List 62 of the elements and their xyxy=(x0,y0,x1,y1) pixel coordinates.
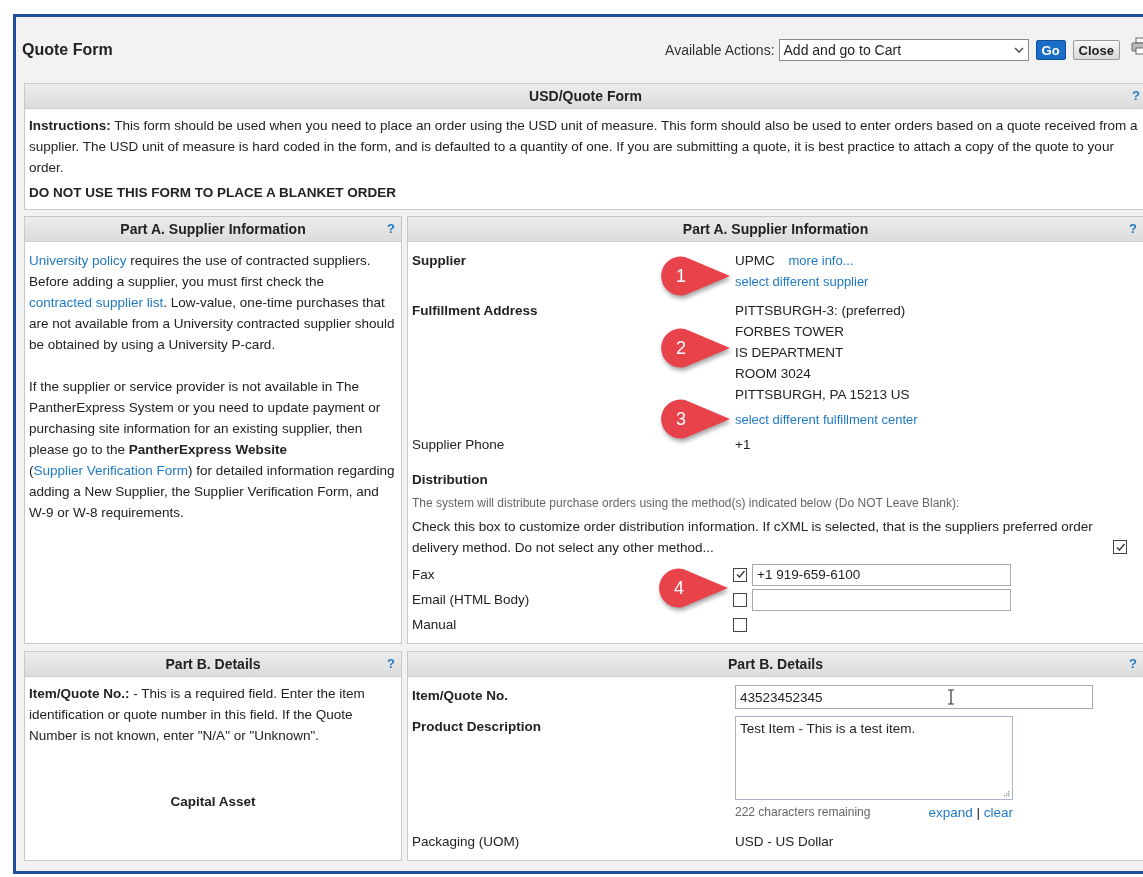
address-line: ROOM 3024 xyxy=(735,365,812,383)
help-link[interactable]: ? xyxy=(387,656,395,671)
phone-value: +1 xyxy=(735,436,752,454)
item-number-field[interactable]: 43523452345 xyxy=(735,685,1093,709)
checkbox[interactable] xyxy=(733,592,747,607)
link[interactable]: University policy xyxy=(29,253,127,268)
resize-grip-icon[interactable] xyxy=(1003,790,1010,797)
section-heading: Distribution xyxy=(412,471,489,489)
field-label: Supplier xyxy=(412,252,466,270)
packaging-value: USD - US Dollar xyxy=(735,833,835,851)
go-button[interactable]: Go xyxy=(1035,40,1066,60)
select-supplier-link[interactable]: select different supplier xyxy=(735,274,869,289)
text-cursor-icon xyxy=(947,689,955,705)
field-label: Supplier Phone xyxy=(412,436,505,454)
separator-text: | xyxy=(976,805,980,820)
field-label: Fulfillment Address xyxy=(412,302,538,320)
close-button[interactable]: Close xyxy=(1072,40,1120,60)
characters-remaining-text: 222 characters remaining xyxy=(735,804,871,821)
checkbox[interactable] xyxy=(733,617,747,632)
note-text: The system will distribute purchase orders using the method(s) indicated below (Do NOT Leave Blank): xyxy=(412,495,961,512)
more-info-link[interactable]: more info... xyxy=(788,253,854,268)
address-line: FORBES TOWER xyxy=(735,323,845,341)
field-label: Item/Quote No. xyxy=(412,687,508,705)
checkbox[interactable] xyxy=(1113,540,1127,554)
link[interactable]: Supplier Verification Form xyxy=(33,463,189,478)
help-link[interactable]: ? xyxy=(387,221,395,236)
help-link[interactable]: ? xyxy=(1129,221,1137,236)
email-field[interactable] xyxy=(752,588,1011,611)
panel-title: USD/Quote Form xyxy=(529,88,642,104)
method-label: Email (HTML Body) xyxy=(412,592,531,607)
panel-title: Part B. Details xyxy=(728,656,823,672)
fax-number-field[interactable]: +1 919-659-6100 xyxy=(752,563,1011,586)
help-link[interactable]: ? xyxy=(1129,656,1137,671)
clear-link[interactable]: clear xyxy=(983,805,1013,820)
expand-link[interactable]: expand xyxy=(928,805,973,820)
method-label: Manual xyxy=(412,617,458,632)
method-label: Fax xyxy=(412,567,436,582)
actions-label: Available Actions: xyxy=(665,42,775,58)
address-line: PITTSBURGH-3: (preferred) xyxy=(735,302,907,320)
guide-text: If the supplier or service provider is not available in The PantherExpress System or you need to update payment or purchasing site information for an existing supplier, then please go to the PantherExpress Website (Supplier Verification Form) for detailed information regarding adding a New Supplier, the Supplier Verification Form, and W-9 or W-8 requirements. xyxy=(28,378,396,522)
customize-text: Check this box to customize order distribution information. If cXML is selected, that is the suppliers preferred order delivery method. Do not select any other method... xyxy=(412,518,1094,557)
guide-text: University policy requires the use of contracted suppliers. Before adding a supplier, you must first check the contracted supplier list. Low-value, one-time purchases that are not available from a University contracted supplier should be obtained by using a University P-card. xyxy=(28,252,396,354)
select-fulfillment-link[interactable]: select different fulfillment center xyxy=(735,412,918,427)
description-field[interactable]: Test Item - This is a test item. xyxy=(735,716,1013,800)
panel-title: Part A. Supplier Information xyxy=(120,221,306,237)
checkbox[interactable] xyxy=(733,567,747,582)
supplier-name: UPMC xyxy=(735,253,775,268)
chevron-down-icon xyxy=(1013,46,1024,54)
section-heading: Capital Asset xyxy=(169,794,257,809)
guide-text: Item/Quote No.: - This is a required field. Enter the item identification or quote number in this field. If the Quote Number is not known, enter "N/A" or "Unknown". xyxy=(28,685,366,745)
help-link[interactable]: ? xyxy=(1132,88,1140,103)
instructions-text: Instructions: This form should be used when you need to place an order using the USD unit of measure. This form should also be used to enter orders based on a quote received from a supplier. The USD unit of measure is hard coded in the form, and is defaulted to a quantity of one. If you are submitting a quote, it is best practice to attach a copy of the quote to your order. xyxy=(28,117,1139,177)
panel-title: Part A. Supplier Information xyxy=(682,221,869,237)
warning-text: DO NOT USE THIS FORM TO PLACE A BLANKET ORDER xyxy=(28,184,397,202)
field-label: Packaging (UOM) xyxy=(412,833,520,851)
printer-icon[interactable] xyxy=(1131,37,1143,55)
actions-dropdown[interactable]: Add and go to Cart xyxy=(778,39,1029,61)
address-line: IS DEPARTMENT xyxy=(735,344,845,362)
panel-title: Part B. Details xyxy=(165,656,261,672)
address-line: PITTSBURGH, PA 15213 US xyxy=(735,386,911,404)
page-title: Quote Form xyxy=(22,41,114,59)
field-label: Product Description xyxy=(412,718,541,736)
